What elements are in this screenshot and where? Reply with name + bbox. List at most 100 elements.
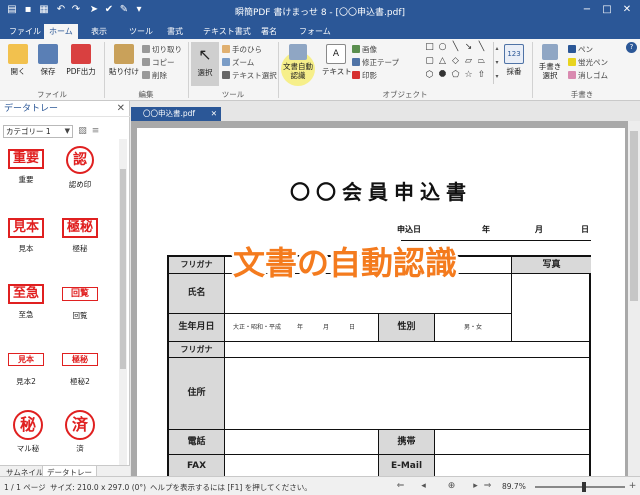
rectangle-shape-icon[interactable]: □ (424, 42, 435, 52)
stamp-item-shikyu[interactable]: 至急 至急 (1, 284, 51, 320)
pen-button[interactable]: ペン (568, 44, 593, 55)
octagon-shape-icon[interactable]: ⯃ (437, 70, 448, 80)
open-button[interactable]: 開く (6, 44, 30, 77)
tab-view[interactable]: 表示 (86, 24, 112, 39)
arrow-up-shape-icon[interactable]: ⇧ (476, 70, 487, 80)
tab-form[interactable]: フォーム (294, 24, 336, 39)
image-button[interactable]: 画像 (352, 44, 377, 55)
stamp-label: 認め印 (68, 180, 92, 189)
tab-tools[interactable]: ツール (124, 24, 158, 39)
stamp-mihon-image: 見本 (8, 218, 44, 238)
document-view[interactable]: 〇〇会員申込書 申込日 年 月 日 フリガナ 写真 氏名 生年月日 大正・昭和・… (131, 121, 640, 476)
parallelogram-shape-icon[interactable]: ▱ (463, 56, 474, 66)
stamp-item-mitomein[interactable]: 認 認め印 (55, 146, 105, 190)
email-field[interactable] (435, 455, 591, 476)
tab-home[interactable]: ホーム (44, 24, 78, 39)
handwrite-select-icon (542, 44, 558, 60)
tab-text-format[interactable]: テキスト書式 (198, 24, 256, 39)
scrollbar-thumb[interactable] (120, 169, 126, 369)
close-tab-icon[interactable]: ✕ (211, 107, 217, 121)
stamp-item-zumi[interactable]: 済 済 (55, 410, 105, 454)
document-tab[interactable]: 〇〇申込書.pdf ✕ (131, 107, 221, 121)
shape-gallery-scroll[interactable]: ▴ ▾ ▾ (493, 42, 500, 84)
pentagon-shape-icon[interactable]: ⬠ (450, 70, 461, 80)
zoom-in-icon[interactable]: + (627, 480, 638, 492)
tab-file[interactable]: ファイル (4, 24, 46, 39)
tab-format[interactable]: 書式 (162, 24, 188, 39)
phone-field[interactable] (225, 430, 379, 455)
delete-button[interactable]: 削除 (142, 70, 167, 81)
tab-signature[interactable]: 署名 (256, 24, 282, 39)
apply-month-label: 月 (535, 225, 543, 234)
fit-page-icon[interactable]: ⊕ (446, 480, 457, 492)
furigana2-field[interactable] (225, 342, 591, 358)
photo-box[interactable] (512, 274, 591, 342)
handwrite-select-button[interactable]: 手書き選択 (536, 44, 564, 80)
stamp-item-mihon[interactable]: 見本 見本 (1, 218, 51, 254)
paste-button[interactable]: 貼り付け (108, 44, 140, 77)
address-field[interactable] (225, 358, 591, 430)
address-label: 住所 (169, 358, 225, 430)
pdf-export-button[interactable]: PDF出力 (64, 44, 98, 77)
stamp-item-maruhi[interactable]: 秘 マル秘 (3, 410, 53, 454)
numbering-button[interactable]: 123 採番 (502, 44, 526, 77)
stamp-item-juyo[interactable]: 重要 重要 (1, 149, 51, 185)
copy-icon (142, 58, 150, 66)
stamp-item-kairan[interactable]: 回覧 回覧 (55, 287, 105, 321)
diamond-shape-icon[interactable]: ◇ (450, 56, 461, 66)
ribbon: 開く 保存 PDF出力 ファイル 貼り付け 切り取り コピー 削除 編集 ↖ 選… (0, 39, 640, 101)
stamp-label: 重要 (18, 175, 34, 184)
star-shape-icon[interactable]: ☆ (463, 70, 474, 80)
save-button[interactable]: 保存 (36, 44, 60, 77)
apply-date-label: 申込日 (397, 225, 421, 234)
zoom-slider[interactable] (535, 482, 625, 492)
page-last-icon[interactable]: ⇒ (482, 480, 493, 492)
page-first-icon[interactable]: ⇐ (395, 480, 406, 492)
hand-tool-button[interactable]: 手のひら (222, 44, 262, 55)
eraser-button[interactable]: 消しゴム (568, 70, 608, 81)
arrow-shape-icon[interactable]: ↘ (463, 42, 474, 52)
birth-year-label: 年 (297, 323, 304, 331)
data-tray-scrollbar[interactable] (119, 139, 127, 475)
stamp-item-gokuhi2[interactable]: 極秘 極秘2 (55, 353, 105, 387)
minimize-button[interactable]: − (580, 3, 594, 17)
close-button[interactable]: ✕ (620, 3, 634, 17)
page-prev-icon[interactable]: ◂ (418, 480, 429, 492)
page-next-icon[interactable]: ▸ (470, 480, 481, 492)
pdf-page[interactable]: 〇〇会員申込書 申込日 年 月 日 フリガナ 写真 氏名 生年月日 大正・昭和・… (137, 128, 625, 476)
ellipse-shape-icon[interactable]: ○ (437, 42, 448, 52)
birthdate-field[interactable]: 大正・昭和・平成 年 月 日 (225, 314, 379, 342)
correction-tape-button[interactable]: 修正テープ (352, 57, 399, 68)
fax-field[interactable] (225, 455, 379, 476)
trapezoid-shape-icon[interactable]: ⏢ (476, 56, 487, 66)
chevron-down-icon: ▼ (64, 127, 70, 135)
list-menu-icon[interactable]: ≡ (90, 125, 101, 137)
close-icon[interactable]: ✕ (117, 101, 125, 117)
stamp-button[interactable]: 印影 (352, 70, 377, 81)
line-shape-icon[interactable]: ╲ (450, 42, 461, 52)
cut-button[interactable]: 切り取り (142, 44, 182, 55)
rounded-rect-shape-icon[interactable]: ▢ (424, 56, 435, 66)
stamp-item-mihon2[interactable]: 見本 見本2 (1, 353, 51, 387)
highlighter-button[interactable]: 蛍光ペン (568, 57, 608, 68)
text-select-button[interactable]: テキスト選択 (222, 70, 277, 81)
polyline-shape-icon[interactable]: ╲ (476, 42, 487, 52)
triangle-shape-icon[interactable]: △ (437, 56, 448, 66)
zoom-slider-knob[interactable] (582, 482, 586, 492)
shape-gallery: □ ○ ╲ ↘ ╲ ▢ △ ◇ ▱ ⏢ ⬡ ⯃ ⬠ ☆ ⇧ (424, 42, 492, 84)
zoom-tool-button[interactable]: ズーム (222, 57, 254, 68)
mobile-field[interactable] (435, 430, 591, 455)
restore-button[interactable]: □ (600, 3, 614, 17)
hexagon-shape-icon[interactable]: ⬡ (424, 70, 435, 80)
stamp-item-gokuhi[interactable]: 極秘 極秘 (55, 218, 105, 254)
scrollbar-thumb[interactable] (630, 131, 638, 301)
auto-detect-button[interactable]: 文書自動認識 (282, 44, 314, 80)
select-tool-button[interactable]: ↖ 選択 (191, 42, 219, 86)
gender-field[interactable]: 男・女 (435, 314, 512, 342)
text-button[interactable]: A テキスト (322, 44, 352, 77)
category-select[interactable]: カテゴリー 1 ▼ (3, 125, 73, 138)
folder-settings-icon[interactable]: ▧ (77, 125, 88, 137)
copy-button[interactable]: コピー (142, 57, 175, 68)
help-icon[interactable]: ? (626, 42, 637, 53)
document-scrollbar[interactable] (628, 121, 640, 476)
